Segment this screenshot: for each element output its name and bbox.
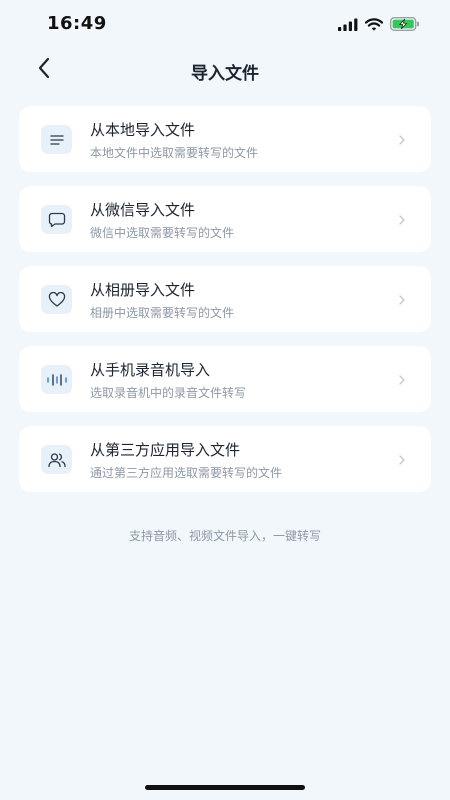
card-title: 从手机录音机导入 (90, 361, 211, 379)
status-time: 16:49 (47, 13, 107, 34)
import-local-card[interactable]: 从本地导入文件 本地文件中选取需要转写的文件 (19, 106, 431, 172)
card-title: 从微信导入文件 (90, 201, 196, 219)
chevron-right-icon (395, 132, 409, 146)
card-description: 选取录音机中的录音文件转写 (90, 386, 247, 400)
list-lines-icon (41, 125, 72, 154)
chat-bubble-icon (41, 205, 72, 234)
import-third-party-card[interactable]: 从第三方应用导入文件 通过第三方应用选取需要转写的文件 (19, 426, 431, 492)
audio-wave-icon (41, 365, 72, 394)
wifi-icon (364, 16, 384, 35)
chevron-right-icon (395, 452, 409, 466)
heart-icon (41, 285, 72, 314)
chevron-right-icon (395, 372, 409, 386)
battery-charging-icon (389, 16, 420, 35)
import-source-list: 从本地导入文件 本地文件中选取需要转写的文件 从微信导入文件 微信中选取需要转写… (19, 106, 431, 506)
signal-icon (338, 16, 358, 35)
status-icons (338, 16, 420, 35)
import-wechat-card[interactable]: 从微信导入文件 微信中选取需要转写的文件 (19, 186, 431, 252)
card-title: 从相册导入文件 (90, 281, 196, 299)
card-description: 本地文件中选取需要转写的文件 (90, 146, 259, 160)
footer-note: 支持音频、视频文件导入，一键转写 (128, 529, 321, 543)
nav-bar: 导入文件 (0, 46, 450, 94)
card-title: 从第三方应用导入文件 (90, 441, 241, 459)
import-recorder-card[interactable]: 从手机录音机导入 选取录音机中的录音文件转写 (19, 346, 431, 412)
card-description: 相册中选取需要转写的文件 (90, 306, 235, 320)
import-album-card[interactable]: 从相册导入文件 相册中选取需要转写的文件 (19, 266, 431, 332)
status-bar: 16:49 (0, 0, 450, 46)
card-title: 从本地导入文件 (90, 121, 196, 139)
card-description: 微信中选取需要转写的文件 (90, 226, 235, 240)
users-icon (41, 445, 72, 474)
home-indicator[interactable] (145, 785, 305, 790)
chevron-right-icon (395, 212, 409, 226)
chevron-right-icon (395, 292, 409, 306)
page-title: 导入文件 (191, 64, 259, 84)
card-description: 通过第三方应用选取需要转写的文件 (90, 466, 283, 480)
